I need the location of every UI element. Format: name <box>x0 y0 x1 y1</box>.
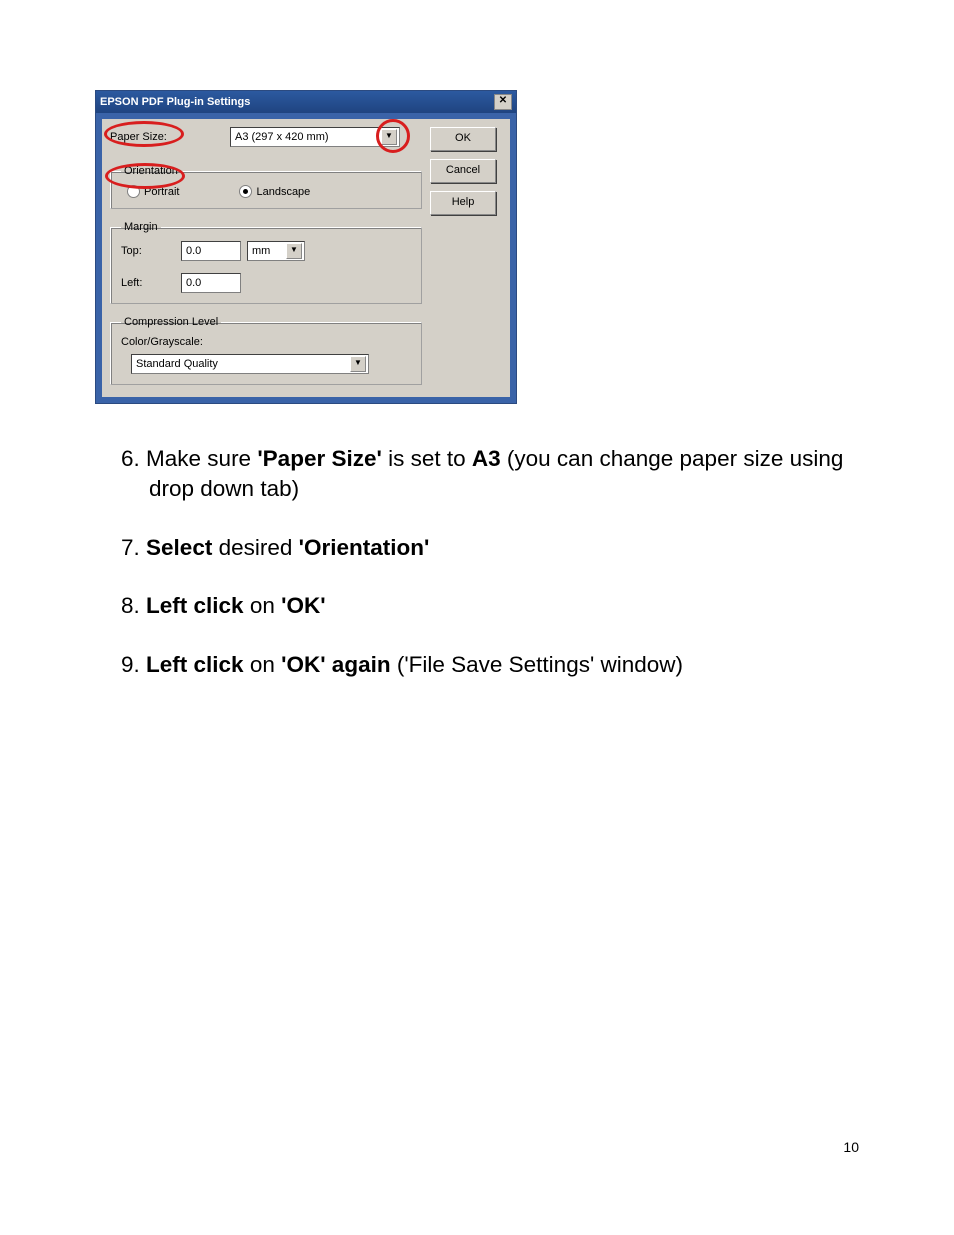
instructions-list: 6. Make sure 'Paper Size' is set to A3 (… <box>95 444 859 680</box>
margin-top-input[interactable]: 0.0 <box>181 241 241 261</box>
dialog-title: EPSON PDF Plug-in Settings <box>100 96 250 108</box>
orientation-group: Orientation Portrait Landscape <box>110 165 422 209</box>
margin-left-input[interactable]: 0.0 <box>181 273 241 293</box>
chevron-down-icon: ▼ <box>286 243 302 259</box>
margin-group: Margin Top: 0.0 mm ▼ Left: 0.0 <box>110 221 422 304</box>
chevron-down-icon: ▼ <box>350 356 366 372</box>
page-number: 10 <box>843 1139 859 1155</box>
margin-legend: Margin <box>121 221 161 233</box>
margin-left-label: Left: <box>121 277 181 289</box>
radio-icon <box>239 185 252 198</box>
step-8: 8. Left click on 'OK' <box>95 591 859 621</box>
step-7: 7. Select desired 'Orientation' <box>95 533 859 563</box>
paper-size-dropdown[interactable]: A3 (297 x 420 mm) ▼ <box>230 127 400 147</box>
compression-dropdown[interactable]: Standard Quality ▼ <box>131 354 369 374</box>
radio-icon <box>127 185 140 198</box>
portrait-radio[interactable]: Portrait <box>127 185 179 198</box>
paper-size-value: A3 (297 x 420 mm) <box>235 131 329 143</box>
help-button[interactable]: Help <box>430 191 496 215</box>
paper-size-label: Paper Size: <box>110 131 200 143</box>
dialog-window: EPSON PDF Plug-in Settings ✕ Paper Size:… <box>95 90 517 404</box>
landscape-radio[interactable]: Landscape <box>239 185 310 198</box>
color-grayscale-label: Color/Grayscale: <box>121 336 411 348</box>
landscape-label: Landscape <box>256 186 310 198</box>
step-6: 6. Make sure 'Paper Size' is set to A3 (… <box>95 444 859 505</box>
portrait-label: Portrait <box>144 186 179 198</box>
close-icon[interactable]: ✕ <box>494 94 512 110</box>
chevron-down-icon: ▼ <box>381 129 397 145</box>
margin-unit-value: mm <box>252 245 270 257</box>
titlebar: EPSON PDF Plug-in Settings ✕ <box>96 91 516 113</box>
orientation-legend: Orientation <box>121 165 181 177</box>
margin-unit-dropdown[interactable]: mm ▼ <box>247 241 305 261</box>
step-9: 9. Left click on 'OK' again ('File Save … <box>95 650 859 680</box>
compression-legend: Compression Level <box>121 316 221 328</box>
compression-group: Compression Level Color/Grayscale: Stand… <box>110 316 422 385</box>
cancel-button[interactable]: Cancel <box>430 159 496 183</box>
margin-top-label: Top: <box>121 245 181 257</box>
ok-button[interactable]: OK <box>430 127 496 151</box>
compression-value: Standard Quality <box>136 358 218 370</box>
